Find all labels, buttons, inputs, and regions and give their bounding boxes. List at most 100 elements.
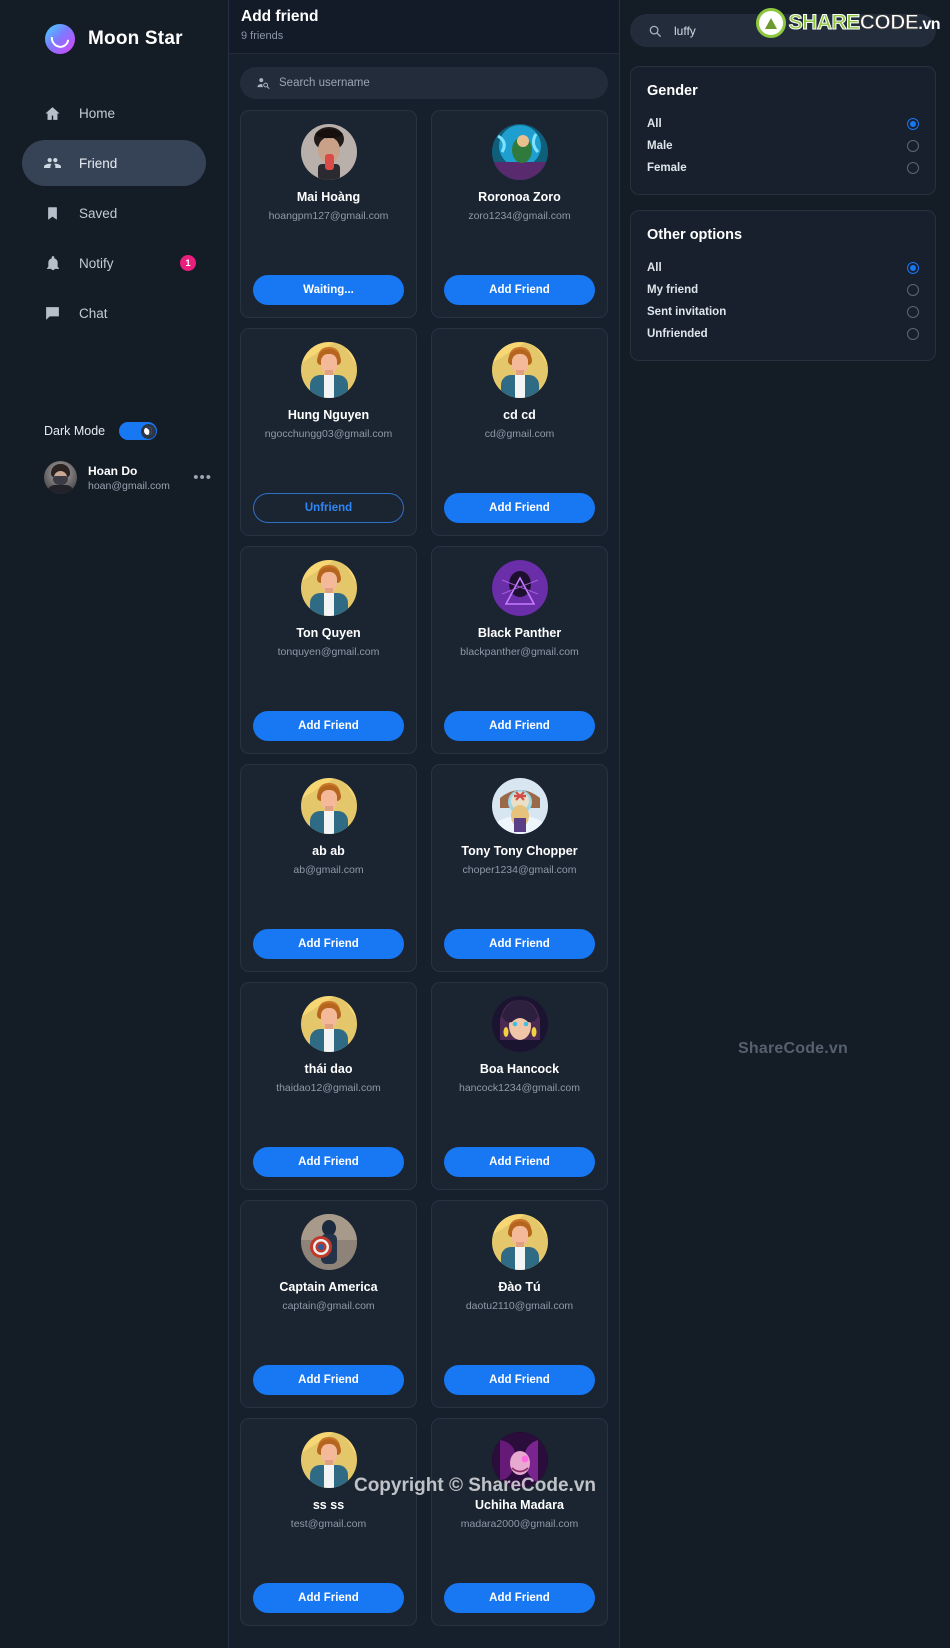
friend-card[interactable]: cd cd cd@gmail.com Add Friend [431, 328, 608, 536]
profile-name: Hoan Do [88, 463, 138, 478]
radio-icon[interactable] [907, 118, 919, 130]
friend-name: thái dao [304, 1062, 353, 1076]
friend-card[interactable]: Boa Hancock hancock1234@gmail.com Add Frie… [431, 982, 608, 1190]
radio-icon[interactable] [907, 262, 919, 274]
gender-option[interactable]: Female [647, 157, 919, 179]
friend-card[interactable]: Ton Quyen tonquyen@gmail.com Add Friend [240, 546, 417, 754]
friend-card[interactable]: Captain America captain@gmail.com Add Frie… [240, 1200, 417, 1408]
app-root: Moon Star Home Friend Saved Notify 1 Cha… [0, 0, 950, 1648]
sidebar-item-friend[interactable]: Friend [22, 140, 206, 186]
other-option-option[interactable]: Sent invitation [647, 301, 919, 323]
dark-mode-toggle[interactable] [119, 422, 158, 440]
search-username-input[interactable]: Search username [240, 67, 608, 99]
friend-action-button[interactable]: Add Friend [253, 711, 404, 741]
friend-card[interactable]: Tony Tony Chopper choper1234@gmail.com Add… [431, 764, 608, 972]
friend-email: blackpanther@gmail.com [460, 646, 579, 658]
home-icon [44, 105, 61, 122]
brand[interactable]: Moon Star [0, 0, 228, 54]
option-label: Unfriended [647, 328, 708, 340]
friend-card[interactable]: Roronoa Zoro zoro1234@gmail.com Add Friend [431, 110, 608, 318]
radio-icon[interactable] [907, 328, 919, 340]
gender-option[interactable]: All [647, 113, 919, 135]
friend-name: Đào Tú [498, 1280, 541, 1294]
watermark-vn: .vn [918, 16, 940, 33]
friend-email: cd@gmail.com [484, 428, 555, 440]
friend-name: cd cd [503, 408, 536, 422]
option-label: Male [647, 140, 673, 152]
friend-name: Uchiha Madara [475, 1498, 564, 1512]
chat-icon [44, 305, 61, 322]
avatar [300, 1214, 357, 1270]
search-icon [648, 24, 662, 38]
filter-panel-column: luffy Gender All Male Female Other options… [620, 0, 950, 1648]
avatar [491, 342, 548, 398]
friend-email: thaidao12@gmail.com [276, 1082, 381, 1094]
friend-action-button[interactable]: Add Friend [253, 1365, 404, 1395]
friend-action-button[interactable]: Add Friend [444, 493, 595, 523]
sidebar-item-home[interactable]: Home [22, 90, 206, 136]
friend-action-button[interactable]: Add Friend [253, 929, 404, 959]
sharecode-leaf-icon [755, 8, 786, 38]
sidebar: Moon Star Home Friend Saved Notify 1 Cha… [0, 0, 228, 1648]
friend-name: Boa Hancock [479, 1062, 560, 1076]
other-option-option[interactable]: All [647, 257, 919, 279]
other-options-panel: Other options All My friend Sent invitatio… [630, 210, 936, 361]
friend-list-column: Add friend 9 friends Search username Mai… [228, 0, 620, 1648]
friend-card[interactable]: Đào Tú daotu2110@gmail.com Add Friend [431, 1200, 608, 1408]
friend-email: hoangpm127@gmail.com [268, 210, 389, 222]
friend-action-button[interactable]: Add Friend [444, 929, 595, 959]
friend-email: ngocchungg03@gmail.com [264, 428, 393, 440]
friend-card[interactable]: ss ss test@gmail.com Add Friend [240, 1418, 417, 1626]
friend-name: Ton Quyen [296, 626, 361, 640]
friend-card[interactable]: Hung Nguyen ngocchungg03@gmail.com Unfrien… [240, 328, 417, 536]
other-option-option[interactable]: Unfriended [647, 323, 919, 345]
moon-icon [140, 423, 156, 439]
gender-option[interactable]: Male [647, 135, 919, 157]
radio-icon[interactable] [907, 162, 919, 174]
option-label: All [647, 118, 662, 130]
friend-action-button[interactable]: Add Friend [444, 1365, 595, 1395]
radio-icon[interactable] [907, 306, 919, 318]
friend-email: zoro1234@gmail.com [468, 210, 571, 222]
dark-mode-label: Dark Mode [44, 424, 106, 438]
bell-icon [44, 255, 61, 272]
sidebar-item-label: Home [79, 105, 116, 121]
avatar [491, 560, 548, 616]
friend-card[interactable]: Black Panther blackpanther@gmail.com Add F… [431, 546, 608, 754]
sidebar-item-label: Chat [79, 305, 108, 321]
friend-action-button[interactable]: Add Friend [444, 1147, 595, 1177]
watermark-code: CODE [859, 11, 919, 35]
profile-email: hoan@gmail.com [88, 479, 170, 492]
friend-action-button[interactable]: Add Friend [253, 1583, 404, 1613]
sidebar-item-chat[interactable]: Chat [22, 290, 206, 336]
notify-badge: 1 [180, 255, 196, 271]
other-panel-title: Other options [647, 227, 743, 243]
brand-name: Moon Star [88, 28, 183, 49]
friend-action-button[interactable]: Unfriend [253, 493, 404, 523]
avatar [300, 342, 357, 398]
friend-card[interactable]: Uchiha Madara madara2000@gmail.com Add Fri… [431, 1418, 608, 1626]
other-option-option[interactable]: My friend [647, 279, 919, 301]
sidebar-item-notify[interactable]: Notify 1 [22, 240, 206, 286]
friend-card[interactable]: Mai Hoàng hoangpm127@gmail.com Waiting... [240, 110, 417, 318]
friend-action-button[interactable]: Add Friend [444, 1583, 595, 1613]
avatar [300, 996, 357, 1052]
friend-count: 9 friends [241, 30, 284, 42]
page-title: Add friend [241, 8, 319, 25]
ellipsis-icon[interactable]: ••• [193, 470, 212, 485]
radio-icon[interactable] [907, 284, 919, 296]
friend-name: Hung Nguyen [287, 408, 370, 422]
avatar [300, 560, 357, 616]
sidebar-item-saved[interactable]: Saved [22, 190, 206, 236]
sidebar-item-label: Saved [79, 205, 118, 221]
friend-card[interactable]: thái dao thaidao12@gmail.com Add Friend [240, 982, 417, 1190]
friend-action-button[interactable]: Add Friend [444, 275, 595, 305]
friend-action-button[interactable]: Add Friend [253, 1147, 404, 1177]
friend-action-button[interactable]: Waiting... [253, 275, 404, 305]
radio-icon[interactable] [907, 140, 919, 152]
friend-action-button[interactable]: Add Friend [444, 711, 595, 741]
user-profile[interactable]: Hoan Do hoan@gmail.com ••• [44, 461, 212, 494]
friend-name: Tony Tony Chopper [461, 844, 578, 858]
friend-email: daotu2110@gmail.com [465, 1300, 574, 1312]
friend-card[interactable]: ab ab ab@gmail.com Add Friend [240, 764, 417, 972]
